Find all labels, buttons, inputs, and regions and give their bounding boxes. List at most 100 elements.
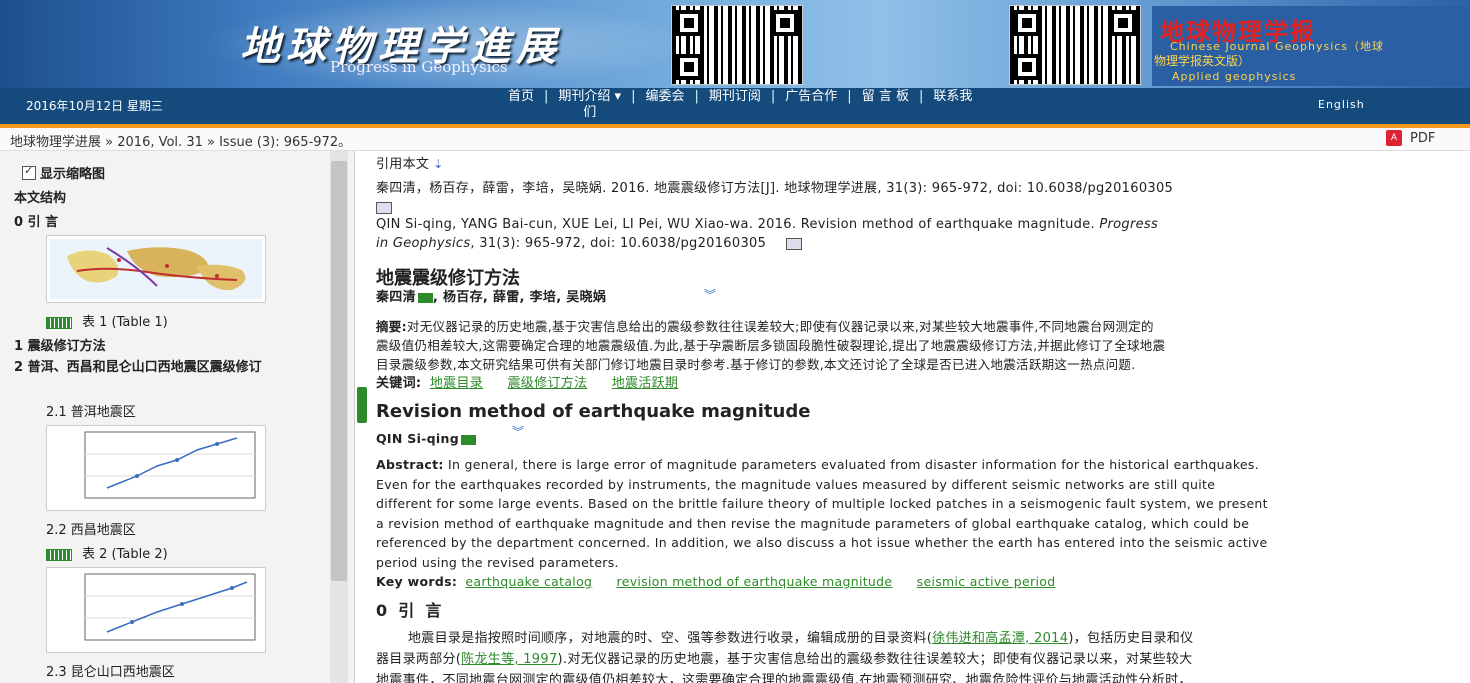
breadcrumb-end: 。 <box>338 135 352 150</box>
abstract-cn-line: 目录震级参数,本文研究结果可供有关部门修订地震目录时参考.基于修订的参数,本文还… <box>376 357 1136 372</box>
chevron-down-icon: ⇣ <box>433 157 444 171</box>
toc-item-section-2-3[interactable]: 2.3 昆仑山口西地震区 <box>46 661 175 680</box>
toc-table-1-link[interactable]: 表 1 (Table 1) <box>46 311 168 330</box>
author-link[interactable]: 秦四清 <box>376 290 416 305</box>
section-heading-intro: 0 引 言 <box>376 601 442 620</box>
show-thumbnails-toggle[interactable]: 显示缩略图 <box>22 163 105 182</box>
header-banner: 地球物理学進展 Progress in Geophysics 地球物理学报 Ch… <box>0 0 1470 88</box>
keywords-english: Key words: earthquake catalog revision m… <box>376 572 1055 591</box>
toc-table-2-label: 表 2 (Table 2) <box>82 547 168 562</box>
site-subtitle: Progress in Geophysics <box>330 58 508 76</box>
qr-finder <box>1110 10 1136 36</box>
keyword-link[interactable]: 震级修订方法 <box>507 376 587 391</box>
reference-link[interactable]: 徐伟进和高孟潭, 2014 <box>932 631 1068 646</box>
cjg-chinese: 物理学报英文版） <box>1154 54 1251 68</box>
pdf-download-button[interactable]: A PDF <box>1386 130 1435 146</box>
keywords-en-label: Key words: <box>376 574 458 589</box>
author-link[interactable]: QIN Si-qing <box>376 431 459 446</box>
show-thumbnails-label: 显示缩略图 <box>40 167 106 182</box>
article-title-chinese: 地震震级修订方法 <box>376 268 520 289</box>
citation-english-doi: , 31(3): 965-972, doi: 10.6038/pg2016030… <box>470 236 767 251</box>
breadcrumb: 地球物理学进展 » 2016, Vol. 31 » Issue (3): 965… <box>0 128 1470 151</box>
citation-english-line2: in Geophysics, 31(3): 965-972, doi: 10.6… <box>376 234 1456 253</box>
keyword-link[interactable]: earthquake catalog <box>465 574 592 589</box>
nav-journal-intro[interactable]: 期刊介绍 ▾ 们 <box>550 89 629 121</box>
nav-separator: | <box>847 89 852 104</box>
nav-home[interactable]: 首页 <box>500 89 542 121</box>
toc-item-section-2-2[interactable]: 2.2 西昌地震区 <box>46 519 136 538</box>
authors-english: QIN Si-qing <box>376 429 476 448</box>
qr-finder <box>676 10 702 36</box>
chevron-down-icon[interactable]: ︾ <box>512 423 524 440</box>
nav-separator: | <box>544 89 549 104</box>
plot-thumbnail-icon <box>84 573 256 641</box>
checkbox-icon[interactable] <box>22 164 36 180</box>
nav-editorial-board[interactable]: 编委会 <box>637 89 692 121</box>
keyword-link[interactable]: 地震活跃期 <box>612 376 679 391</box>
keyword-link[interactable]: seismic active period <box>917 574 1056 589</box>
nav-advertising[interactable]: 广告合作 <box>777 89 845 121</box>
abstract-en-line: period using the revised parameters. <box>376 554 619 570</box>
keywords-label: 关键词: <box>376 376 422 391</box>
breadcrumb-journal[interactable]: 地球物理学进展 <box>10 135 101 150</box>
sidebar-scrollbar-thumb[interactable] <box>331 161 347 581</box>
toc-item-section-2[interactable]: 2 普洱、西昌和昆仑山口西地震区震级修订 <box>14 359 324 376</box>
citation-chinese: 秦四清，杨百存，薛雷，李培，吴晓娲. 2016. 地震震级修订方法[J]. 地球… <box>376 179 1456 198</box>
chevron-down-icon[interactable]: ︾ <box>704 286 716 303</box>
keyword-link[interactable]: 地震目录 <box>430 376 483 391</box>
nav-english-link[interactable]: English <box>1318 98 1365 111</box>
nav-contact[interactable]: 联系我 <box>925 89 980 121</box>
copy-citation-icon[interactable] <box>786 237 803 250</box>
reference-link[interactable]: 陈龙生等, 1997 <box>461 652 557 667</box>
toc-item-intro[interactable]: 0 引 言 <box>14 211 58 230</box>
pdf-label: PDF <box>1410 130 1436 146</box>
thumbnail-map[interactable] <box>46 235 266 303</box>
toc-table-2-link[interactable]: 表 2 (Table 2) <box>46 543 168 562</box>
abstract-cn-line: 震级值仍相差较大,这需要确定合理的地震震级值.为此,基于孕震断层多锁固段脆性破裂… <box>376 338 1166 353</box>
nav-subscribe[interactable]: 期刊订阅 <box>701 89 769 121</box>
abstract-en-line: referenced by the department concerned. … <box>376 535 1268 550</box>
qr-code-icon <box>1009 5 1141 85</box>
abstract-cn-line: 对无仪器记录的历史地震,基于灾害信息给出的震级参数往往误差较大;即使有仪器记录以… <box>406 319 1154 334</box>
toc-item-section-2-1[interactable]: 2.1 普洱地震区 <box>46 401 136 420</box>
copy-citation-icon[interactable] <box>376 202 392 214</box>
article-content: 引用本文 ⇣ 秦四清，杨百存，薛雷，李培，吴晓娲. 2016. 地震震级修订方法[… <box>372 151 1462 683</box>
thumbnail-figure-1[interactable] <box>46 425 266 511</box>
keyword-link[interactable]: revision method of earthquake magnitude <box>617 574 893 589</box>
authors-chinese: 秦四清 , 杨百存, 薛雷, 李培, 吴晓娲 <box>376 288 606 307</box>
citation-journal-name: Progress <box>1099 217 1159 232</box>
intro-paragraph: 地震目录是指按照时间顺序，对地震的时、空、强等参数进行收录，编辑成册的目录资料(… <box>376 628 1456 683</box>
email-icon[interactable] <box>460 434 476 445</box>
breadcrumb-sep: » <box>207 135 220 150</box>
cite-label: 引用本文 <box>376 157 430 172</box>
authors-rest[interactable]: , 杨百存, 薛雷, 李培, 吴晓娲 <box>433 290 606 305</box>
nav-menu: 首页 | 期刊介绍 ▾ 们 | 编委会 | 期刊订阅 | 广告合作 | 留 言 … <box>500 89 980 121</box>
qr-finder <box>1014 54 1040 80</box>
table-icon <box>46 548 72 561</box>
nav-date: 2016年10月12日 星期三 <box>26 99 163 113</box>
thumbnail-figure-2[interactable] <box>46 567 266 653</box>
qr-code-icon <box>671 5 803 85</box>
toc-item-section-1[interactable]: 1 震级修订方法 <box>14 335 106 354</box>
intro-text: 器目录两部分( <box>376 652 462 667</box>
qr-finder <box>1014 10 1040 36</box>
nav-separator: | <box>770 89 776 104</box>
citation-journal-name-2: in Geophysics <box>376 236 471 251</box>
nav-bar: 2016年10月12日 星期三 首页 | 期刊介绍 ▾ 们 | 编委会 | 期刊… <box>0 88 1470 124</box>
email-icon[interactable] <box>417 292 433 303</box>
breadcrumb-issue[interactable]: Issue (3): 965-972 <box>219 135 338 150</box>
pdf-icon: A <box>1386 130 1402 146</box>
intro-text: 地震目录是指按照时间顺序，对地震的时、空、强等参数进行收录，编辑成册的目录资料( <box>408 631 933 646</box>
sidebar-collapse-toggle[interactable] <box>357 387 367 423</box>
sidebar-toc: 显示缩略图 本文结构 0 引 言 表 1 (Table 1) 1 震级修订方法 … <box>0 151 355 683</box>
intro-text: ).对无仪器记录的历史地震，基于灾害信息给出的震级参数往往误差较大；即使有仪器记… <box>557 652 1193 667</box>
abstract-label: 摘要: <box>376 319 407 334</box>
abstract-en-line: different for some large events. Based o… <box>376 496 1268 511</box>
cjg-banner-link[interactable]: 地球物理学报 Chinese Journal Geophysics（地球 物理学… <box>1152 6 1470 86</box>
breadcrumb-volume[interactable]: 2016, Vol. 31 <box>117 135 203 150</box>
nav-message-board[interactable]: 留 言 板 <box>854 89 917 121</box>
world-map-icon <box>50 239 262 299</box>
cite-this-article[interactable]: 引用本文 ⇣ <box>376 155 444 174</box>
nav-separator: | <box>694 89 699 104</box>
nav-separator: | <box>918 89 924 104</box>
